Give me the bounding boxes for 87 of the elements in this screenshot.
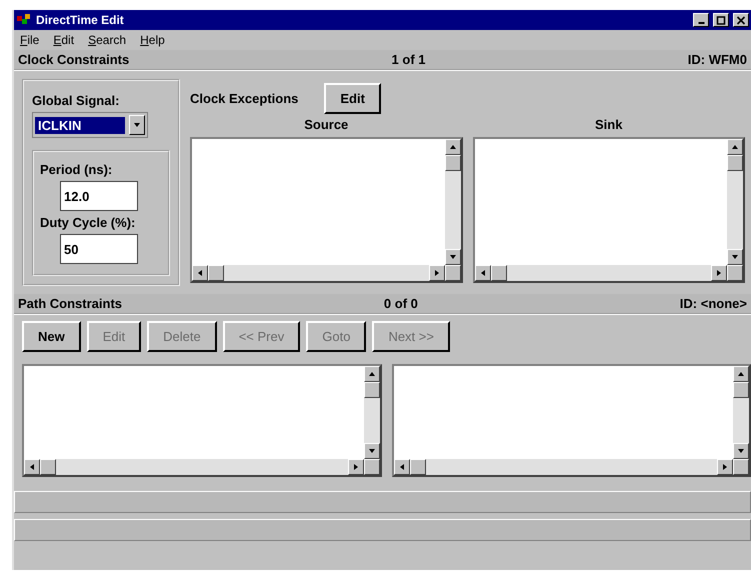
list-box[interactable] [392, 364, 751, 477]
scroll-up-button[interactable] [364, 366, 380, 382]
scroll-left-button[interactable] [24, 459, 40, 475]
scrollbar-thumb[interactable] [364, 382, 380, 398]
scroll-down-button[interactable] [444, 249, 460, 265]
horizontal-scrollbar[interactable] [394, 459, 733, 475]
field-label: Global Signal: [32, 93, 120, 108]
down-arrow-icon [368, 447, 376, 455]
scrollbar-thumb[interactable] [733, 382, 749, 398]
scrollbar-thumb[interactable] [410, 459, 426, 475]
scroll-up-button[interactable] [444, 139, 460, 155]
scrollbar-corner [444, 265, 460, 281]
scroll-up-button[interactable] [727, 139, 743, 155]
close-button[interactable] [733, 13, 749, 27]
record-id: ID: WFM0 [688, 52, 747, 67]
vertical-scrollbar[interactable] [727, 139, 743, 265]
toolbar-button[interactable]: New [22, 321, 81, 352]
scrollbar-corner [727, 265, 743, 281]
horizontal-scrollbar[interactable] [192, 265, 444, 281]
up-arrow-icon [737, 370, 745, 378]
edit-button[interactable]: Edit [324, 82, 381, 114]
vertical-scrollbar[interactable] [444, 139, 460, 265]
list-box[interactable] [190, 137, 462, 283]
up-arrow-icon [448, 143, 456, 151]
down-arrow-icon [731, 253, 739, 261]
right-arrow-icon [715, 269, 723, 277]
vertical-scrollbar[interactable] [733, 366, 749, 459]
down-arrow-icon [133, 121, 141, 129]
scroll-right-button[interactable] [348, 459, 364, 475]
scrollbar-thumb[interactable] [490, 265, 506, 281]
vertical-scrollbar[interactable] [364, 366, 380, 459]
right-arrow-icon [352, 463, 360, 471]
scrollbar-thumb[interactable] [40, 459, 56, 475]
menu-item[interactable]: File [20, 33, 40, 47]
section-title: Clock Constraints [18, 52, 130, 67]
field-label: Period (ns): [40, 162, 114, 177]
record-id: ID: <none> [680, 296, 747, 311]
up-arrow-icon [368, 370, 376, 378]
left-arrow-icon [28, 463, 36, 471]
maximize-icon [716, 16, 726, 24]
scroll-down-button[interactable] [727, 249, 743, 265]
scrollbar-corner [364, 459, 380, 475]
scroll-left-button[interactable] [474, 265, 490, 281]
scroll-right-button[interactable] [428, 265, 444, 281]
record-position: 1 of 1 [392, 52, 426, 67]
right-arrow-icon [721, 463, 729, 471]
list-box[interactable] [472, 137, 745, 283]
left-arrow-icon [196, 269, 204, 277]
minimize-button[interactable] [693, 13, 709, 27]
window-title: DirectTime Edit [36, 13, 125, 27]
section-label: Clock Exceptions [190, 90, 298, 106]
left-arrow-icon [398, 463, 406, 471]
menu-item[interactable]: Search [88, 33, 126, 47]
scrollbar-thumb[interactable] [727, 155, 743, 171]
close-icon [736, 16, 746, 24]
horizontal-scrollbar[interactable] [474, 265, 727, 281]
scroll-down-button[interactable] [733, 443, 749, 459]
scroll-left-button[interactable] [192, 265, 208, 281]
dropdown-arrow-button[interactable] [129, 115, 145, 135]
menu-item[interactable]: Edit [53, 33, 74, 47]
list-box[interactable] [22, 364, 382, 477]
record-position: 0 of 0 [384, 296, 418, 311]
down-arrow-icon [737, 447, 745, 455]
scroll-right-button[interactable] [711, 265, 727, 281]
scrollbar-thumb[interactable] [444, 155, 460, 171]
up-arrow-icon [731, 143, 739, 151]
maximize-button[interactable] [713, 13, 729, 27]
input-field[interactable]: 12.0 [60, 181, 138, 211]
horizontal-scrollbar[interactable] [24, 459, 364, 475]
app-icon [16, 13, 32, 27]
menu-item[interactable]: Help [140, 33, 165, 47]
column-heading: Source [304, 117, 348, 134]
down-arrow-icon [448, 253, 456, 261]
scrollbar-thumb[interactable] [208, 265, 224, 281]
scroll-right-button[interactable] [717, 459, 733, 475]
minimize-icon [698, 22, 704, 24]
right-arrow-icon [432, 269, 440, 277]
column-heading: Sink [595, 117, 622, 134]
section-title: Path Constraints [18, 296, 122, 311]
left-arrow-icon [478, 269, 486, 277]
scroll-down-button[interactable] [364, 443, 380, 459]
scroll-left-button[interactable] [394, 459, 410, 475]
scroll-up-button[interactable] [733, 366, 749, 382]
scrollbar-corner [733, 459, 749, 475]
signal-dropdown[interactable]: ICLKIN [32, 112, 148, 138]
input-field[interactable]: 50 [60, 234, 138, 264]
field-label: Duty Cycle (%): [40, 215, 136, 230]
